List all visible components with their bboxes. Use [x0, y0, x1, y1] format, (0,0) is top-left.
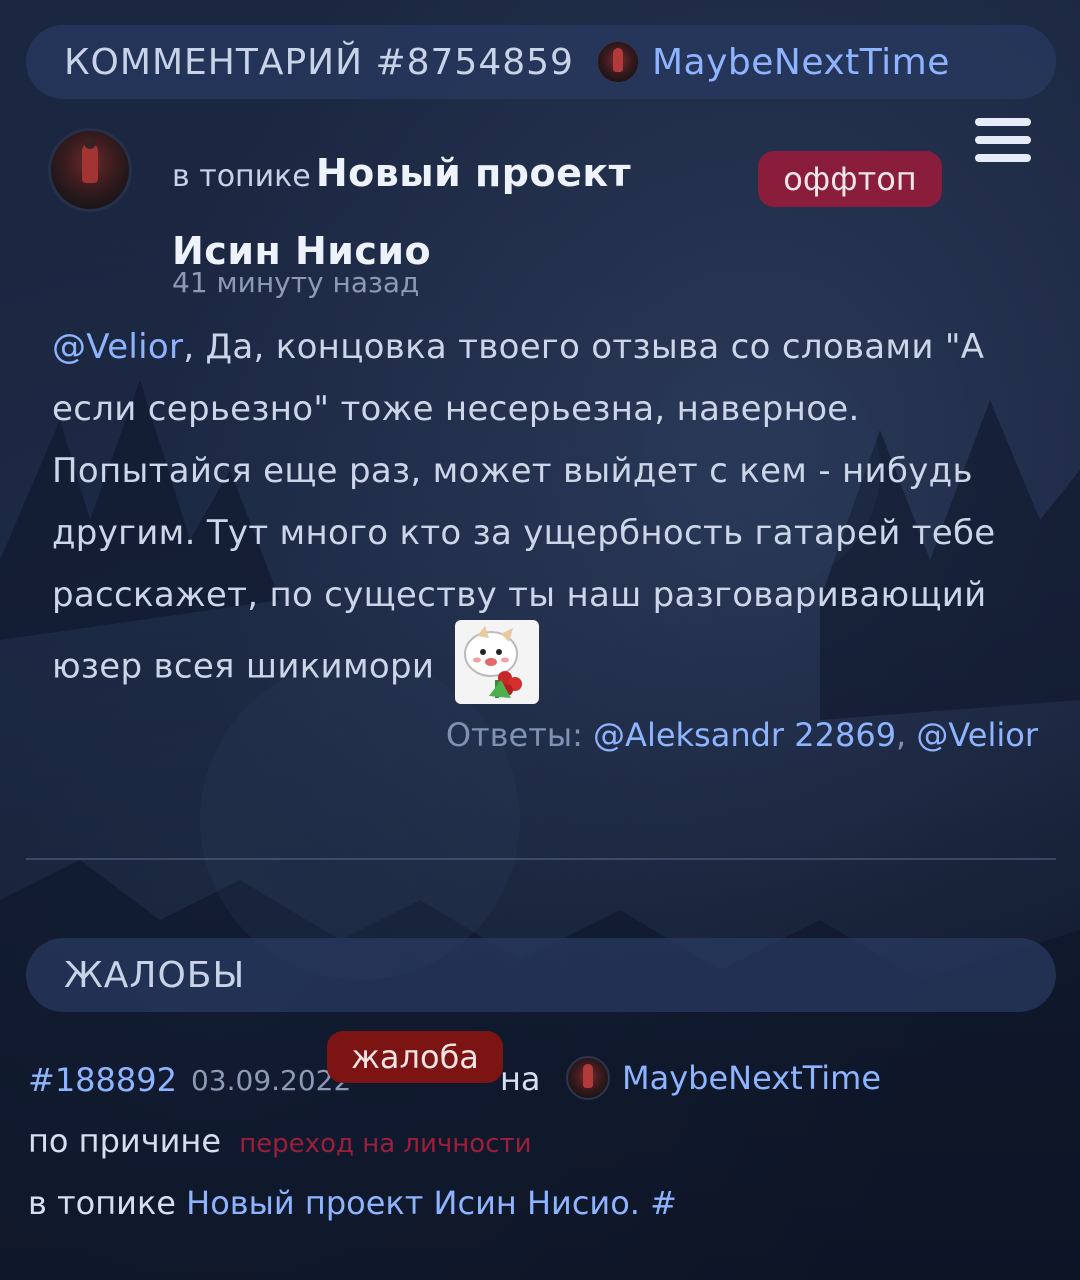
comment-author-link[interactable]: MaybeNextTime	[595, 40, 950, 84]
comment-header: КОММЕНТАРИЙ #8754859 MaybeNextTime	[26, 25, 1056, 99]
complaint-topic-prefix: в топике	[28, 1184, 176, 1222]
mention-link[interactable]: @Velior	[52, 327, 183, 367]
complaint-badge: жалоба	[327, 1031, 503, 1083]
offtop-badge: оффтоп	[758, 151, 942, 207]
complaint-user-avatar	[566, 1056, 610, 1100]
replies-label: Ответы:	[445, 716, 583, 754]
hamburger-menu-icon[interactable]	[975, 118, 1031, 164]
complaint-on-label: на	[500, 1060, 541, 1098]
complaint-topic-line: в топике Новый проект Исин Нисио. #	[28, 1184, 677, 1222]
reply-link[interactable]: @Aleksandr 22869	[593, 716, 896, 754]
comment-body: @Velior, Да, концовка твоего отзыва со с…	[52, 316, 1062, 710]
complaint-user-name: MaybeNextTime	[622, 1059, 882, 1097]
complaints-header: ЖАЛОБЫ	[26, 938, 1056, 1012]
complaint-reason-line: по причине переход на личности	[28, 1122, 532, 1160]
reason-value: переход на личности	[239, 1129, 532, 1159]
reason-label: по причине	[28, 1122, 222, 1160]
complaint-meta: #188892 03.09.2022	[28, 1058, 351, 1102]
complaint-id-link[interactable]: #188892	[28, 1061, 177, 1099]
complaints-header-title: ЖАЛОБЫ	[64, 954, 246, 996]
complaint-user-link[interactable]: MaybeNextTime	[566, 1056, 881, 1100]
complaint-topic-link[interactable]: Новый проект Исин Нисио.	[186, 1184, 640, 1222]
reply-link[interactable]: @Velior	[916, 716, 1038, 754]
comment-time: 41 минуту назад	[172, 266, 420, 299]
commenter-avatar[interactable]	[48, 128, 132, 212]
comment-author-name: MaybeNextTime	[651, 41, 950, 83]
author-avatar	[595, 40, 640, 84]
complaint-hash-link[interactable]: #	[650, 1184, 677, 1222]
replies-line: Ответы: @Aleksandr 22869, @Velior	[445, 716, 1038, 754]
sticker-icon	[455, 620, 540, 704]
topic-prefix: в топике	[172, 159, 311, 194]
section-divider	[26, 858, 1056, 860]
comment-header-title: КОММЕНТАРИЙ #8754859	[64, 41, 574, 83]
